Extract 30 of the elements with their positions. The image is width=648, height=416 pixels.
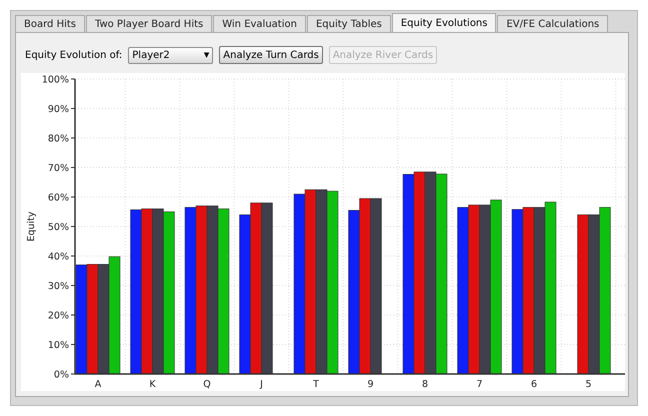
y-tick-label: 10% [48, 340, 69, 351]
y-tick-label: 30% [48, 281, 69, 292]
y-axis-title: Equity [26, 211, 37, 242]
y-tick-label: 40% [48, 252, 69, 262]
tab[interactable]: Two Player Board Hits [86, 15, 212, 32]
y-tick-label: 90% [48, 104, 69, 115]
y-tick-label: 70% [48, 163, 69, 174]
x-tick-label: 6 [530, 379, 538, 390]
tab[interactable]: Win Evaluation [213, 15, 306, 32]
x-tick-label: Q [203, 379, 211, 390]
x-tick-label: J [260, 379, 263, 390]
x-tick-label: 7 [476, 379, 483, 390]
y-tick-label: 60% [48, 192, 69, 204]
equity-evolution-label: Equity Evolution of: [25, 48, 122, 62]
analyze-button[interactable]: Analyze Turn Cards [219, 46, 323, 64]
y-tick-label: 50% [48, 222, 69, 233]
tab[interactable]: EV/FE Calculations [497, 15, 608, 32]
x-tick-label: 8 [422, 379, 428, 390]
tab[interactable]: Equity Evolutions [392, 13, 496, 32]
x-tick-label: T [313, 379, 319, 390]
tab[interactable]: Equity Tables [306, 15, 391, 32]
y-tick-label: 20% [48, 310, 69, 322]
y-tick-label: 80% [48, 134, 69, 144]
x-tick-label: 9 [367, 379, 374, 390]
x-tick-label: A [94, 379, 102, 390]
y-tick-label: 0% [54, 370, 69, 380]
tab[interactable]: Board Hits [15, 15, 85, 32]
x-tick-label: K [149, 379, 156, 390]
x-tick-label: 5 [585, 379, 592, 390]
y-tick-label: 100% [42, 74, 69, 86]
